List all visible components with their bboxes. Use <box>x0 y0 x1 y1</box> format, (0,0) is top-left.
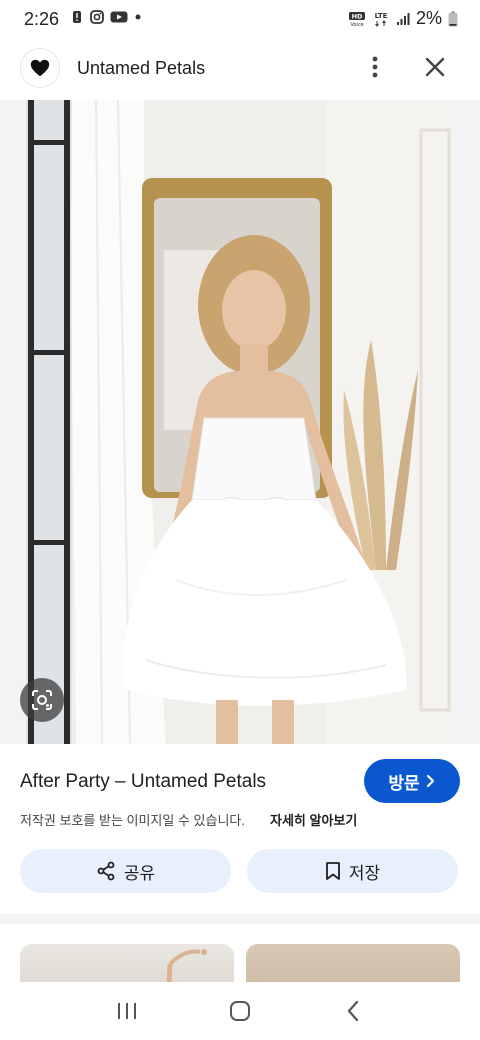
learn-more-link[interactable]: 자세히 알아보기 <box>270 810 357 829</box>
status-bar: 2:26 HD Voice LTE 2% <box>0 0 480 38</box>
back-button[interactable] <box>333 991 373 1031</box>
share-icon <box>97 861 115 881</box>
battery-icon <box>448 11 458 26</box>
system-nav-bar <box>0 982 480 1040</box>
lens-icon <box>32 690 52 710</box>
hd-voice-icon: HD Voice <box>348 11 365 27</box>
signal-icon <box>396 12 410 25</box>
visit-button[interactable]: 방문 <box>364 759 460 803</box>
youtube-icon <box>110 11 128 23</box>
dot-icon <box>135 14 141 20</box>
chevron-right-icon <box>426 774 434 788</box>
more-vert-icon <box>372 56 378 78</box>
section-divider <box>0 914 480 924</box>
site-name[interactable]: Untamed Petals <box>77 58 205 79</box>
lens-button[interactable] <box>20 678 64 722</box>
product-image[interactable] <box>26 100 454 744</box>
image-title: After Party – Untamed Petals <box>20 771 267 792</box>
visit-label: 방문 <box>388 773 420 793</box>
heart-icon <box>30 59 50 77</box>
copyright-note: 저작권 보호를 받는 이미지일 수 있습니다. <box>20 813 245 828</box>
lte-icon: LTE <box>375 12 388 27</box>
save-label: 저장 <box>348 863 381 883</box>
svg-text:HD: HD <box>352 12 363 20</box>
home-button[interactable] <box>220 991 260 1031</box>
share-button[interactable]: 공유 <box>20 849 231 893</box>
svg-text:Voice: Voice <box>350 22 363 27</box>
home-icon <box>229 1001 250 1021</box>
image-frame <box>0 100 480 744</box>
status-time: 2:26 <box>24 9 60 29</box>
bookmark-icon <box>325 862 340 880</box>
status-system-icons: HD Voice LTE 2% <box>348 8 458 29</box>
recents-icon <box>117 1003 136 1019</box>
save-button[interactable]: 저장 <box>247 849 458 893</box>
viewer-header: Untamed Petals <box>0 38 480 100</box>
svg-text:LTE: LTE <box>375 12 388 20</box>
more-options-button[interactable] <box>360 52 390 82</box>
battery-percent: 2% <box>415 8 442 28</box>
status-notification-icons <box>70 10 142 24</box>
back-icon <box>348 1000 359 1022</box>
instagram-icon <box>90 10 104 24</box>
close-icon <box>425 57 445 77</box>
share-label: 공유 <box>123 863 156 883</box>
dress-photo <box>26 100 454 744</box>
image-info: After Party – Untamed Petals 방문 저작권 보호를 … <box>0 744 480 914</box>
close-button[interactable] <box>420 52 450 82</box>
alert-icon <box>73 11 81 23</box>
site-avatar[interactable] <box>20 48 60 88</box>
recent-apps-button[interactable] <box>107 991 147 1031</box>
